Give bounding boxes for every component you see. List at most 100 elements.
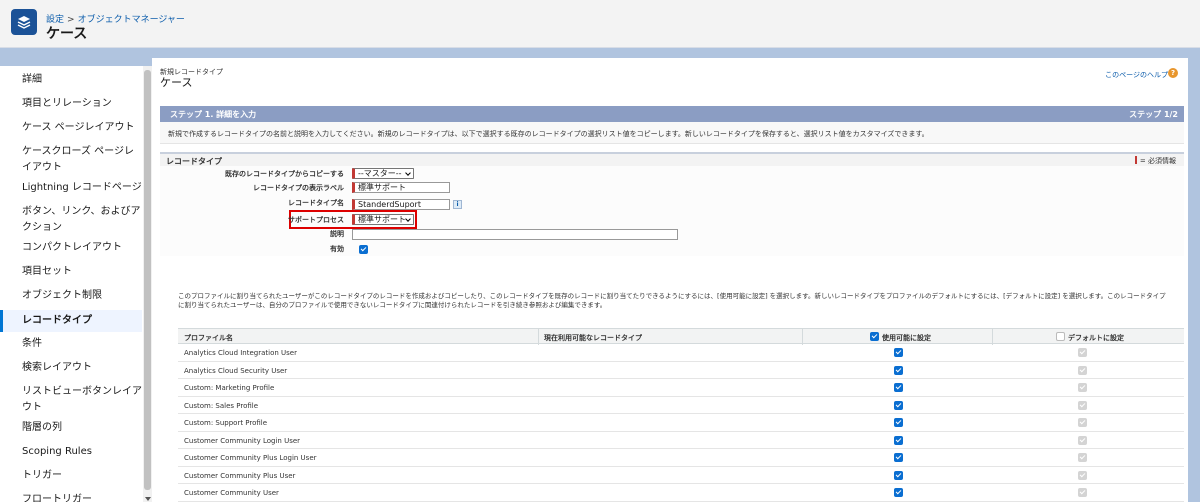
chevron-down-icon <box>405 216 411 222</box>
layers-icon <box>11 9 37 35</box>
table-row: Customer Community Login User <box>178 432 1184 449</box>
page-title: ケース <box>46 26 88 42</box>
section-header: レコードタイプ = 必須情報 <box>160 152 1184 166</box>
active-checkbox[interactable] <box>359 245 368 254</box>
enable-checkbox[interactable] <box>894 470 903 480</box>
sidebar-item-hierarchy-columns[interactable]: 階層の列 <box>0 420 142 436</box>
default-checkbox <box>1078 470 1087 480</box>
profile-name: Analytics Cloud Security User <box>184 366 288 375</box>
enable-checkbox[interactable] <box>894 418 903 427</box>
table-row: Customer Community User <box>178 484 1184 502</box>
profile-name: Customer Community User <box>184 489 279 497</box>
sidebar-item-list-view-button-layout[interactable]: リストビューボタンレイアウト <box>0 384 142 416</box>
enable-checkbox[interactable] <box>894 348 903 357</box>
table-row: Analytics Cloud Integration User <box>178 344 1184 362</box>
copy-from-label: 既存のレコードタイプからコピーする <box>225 170 344 178</box>
header-band <box>0 48 1200 58</box>
default-all-checkbox[interactable] <box>1056 332 1065 341</box>
help-link[interactable]: このページのヘルプ <box>1105 70 1168 80</box>
description-text: 新規で作成するレコードタイプの名前と説明を入力してください。新規のレコードタイプ… <box>168 130 929 138</box>
support-process-label: サポートプロセス <box>288 216 344 224</box>
breadcrumb-object-manager[interactable]: オブジェクトマネージャー <box>78 15 185 25</box>
sidebar-scrollbar-thumb[interactable] <box>144 70 151 490</box>
default-checkbox <box>1078 488 1087 497</box>
sidebar-item-record-types[interactable]: レコードタイプ <box>0 310 142 332</box>
enable-checkbox[interactable] <box>894 383 903 392</box>
default-checkbox <box>1078 400 1087 410</box>
table-row: Customer Community Plus Login User <box>178 449 1184 467</box>
enable-checkbox[interactable] <box>894 435 903 445</box>
step-bar: ステップ 1. 詳細を入力 ステップ 1/2 <box>160 106 1184 122</box>
info-icon[interactable]: i <box>453 200 462 209</box>
col-current-record-types: 現在利用可能なレコードタイプ <box>544 334 642 342</box>
active-label: 有効 <box>330 245 344 253</box>
profile-name: Customer Community Plus User <box>184 471 296 480</box>
required-info: = 必須情報 <box>1134 156 1176 166</box>
step-label: ステップ 1. 詳細を入力 <box>170 110 257 119</box>
sidebar-item-details[interactable]: 詳細 <box>0 72 142 88</box>
table-row: Analytics Cloud Security User <box>178 362 1184 379</box>
required-marker <box>1134 156 1137 164</box>
sidebar-item-restriction-rules[interactable]: 条件 <box>0 336 142 352</box>
sidebar-item-object-limits[interactable]: オブジェクト制限 <box>0 288 142 304</box>
column-divider <box>802 329 803 345</box>
support-process-value: 標準サポート <box>358 215 406 224</box>
main-content: 新規レコードタイプ ケース このページのヘルプ ? ステップ 1. 詳細を入力 … <box>152 58 1188 502</box>
description-input[interactable] <box>352 229 678 240</box>
sidebar-item-scoping-rules[interactable]: Scoping Rules <box>0 444 142 460</box>
default-checkbox <box>1078 348 1087 357</box>
profile-name: Custom: Marketing Profile <box>184 384 275 392</box>
sidebar-item-lightning-record-pages[interactable]: Lightning レコードページ <box>0 180 142 196</box>
chevron-down-icon <box>405 170 411 176</box>
sidebar-item-triggers[interactable]: トリガー <box>0 468 142 484</box>
profile-name: Customer Community Plus Login User <box>184 454 317 462</box>
default-checkbox <box>1078 453 1087 462</box>
sidebar: 詳細 項目とリレーション ケース ページレイアウト ケースクローズ ページレイア… <box>0 66 152 502</box>
required-info-text: = 必須情報 <box>1139 157 1176 165</box>
sidebar-scrollbar[interactable] <box>143 66 152 502</box>
profile-name: Custom: Sales Profile <box>184 401 259 410</box>
description-box: 新規で作成するレコードタイプの名前と説明を入力してください。新規のレコードタイプ… <box>160 122 1184 144</box>
copy-from-select[interactable]: --マスター-- <box>352 168 414 179</box>
page-header: 設定 > オブジェクトマネージャー ケース <box>0 0 1200 48</box>
default-checkbox <box>1078 383 1087 392</box>
sidebar-item-buttons-links-actions[interactable]: ボタン、リンク、およびアクション <box>0 204 142 236</box>
profile-name: Analytics Cloud Integration User <box>184 349 297 357</box>
column-divider <box>992 329 993 345</box>
profile-name: Customer Community Login User <box>184 436 301 445</box>
scroll-down-icon[interactable] <box>145 497 151 501</box>
support-process-select[interactable]: 標準サポート <box>352 214 414 225</box>
table-row: Custom: Support Profile <box>178 414 1184 432</box>
record-type-name-input[interactable]: StanderdSuport <box>352 199 450 210</box>
enable-all-checkbox[interactable] <box>870 332 879 341</box>
profile-name: Custom: Support Profile <box>184 419 268 427</box>
col-enable: 使用可能に設定 <box>882 334 931 342</box>
profile-table: プロファイル名 現在利用可能なレコードタイプ 使用可能に設定 デフォルトに設定 … <box>178 328 1184 502</box>
table-row: Custom: Sales Profile <box>178 397 1184 414</box>
enable-checkbox[interactable] <box>894 488 903 497</box>
question-icon[interactable]: ? <box>1168 68 1178 78</box>
page-subtitle: ケース <box>160 76 193 89</box>
table-row: Customer Community Plus User <box>178 467 1184 484</box>
sidebar-item-case-close-page-layout[interactable]: ケースクローズ ページレイアウト <box>0 144 142 176</box>
sidebar-item-case-page-layout[interactable]: ケース ページレイアウト <box>0 120 142 136</box>
column-divider <box>538 329 539 345</box>
enable-checkbox[interactable] <box>894 453 903 462</box>
default-checkbox <box>1078 418 1087 427</box>
enable-checkbox[interactable] <box>894 400 903 410</box>
display-label-input[interactable]: 標準サポート <box>352 182 450 193</box>
note-text: このプロファイルに割り当てられたユーザーがこのレコードタイプのレコードを作成およ… <box>178 292 1166 309</box>
col-profile-name: プロファイル名 <box>184 334 233 342</box>
display-label-label: レコードタイプの表示ラベル <box>253 184 344 192</box>
enable-checkbox[interactable] <box>894 365 903 375</box>
sidebar-item-search-layouts[interactable]: 検索レイアウト <box>0 360 142 376</box>
sidebar-item-compact-layouts[interactable]: コンパクトレイアウト <box>0 240 142 256</box>
table-row: Custom: Marketing Profile <box>178 379 1184 397</box>
step-count: ステップ 1/2 <box>1129 110 1178 119</box>
copy-from-value: --マスター-- <box>358 169 402 178</box>
sidebar-item-flow-triggers[interactable]: フロートリガー <box>0 492 142 502</box>
sidebar-item-field-sets[interactable]: 項目セット <box>0 264 142 280</box>
default-checkbox <box>1078 365 1087 375</box>
sidebar-item-fields-relationships[interactable]: 項目とリレーション <box>0 96 142 112</box>
col-default: デフォルトに設定 <box>1068 334 1124 342</box>
